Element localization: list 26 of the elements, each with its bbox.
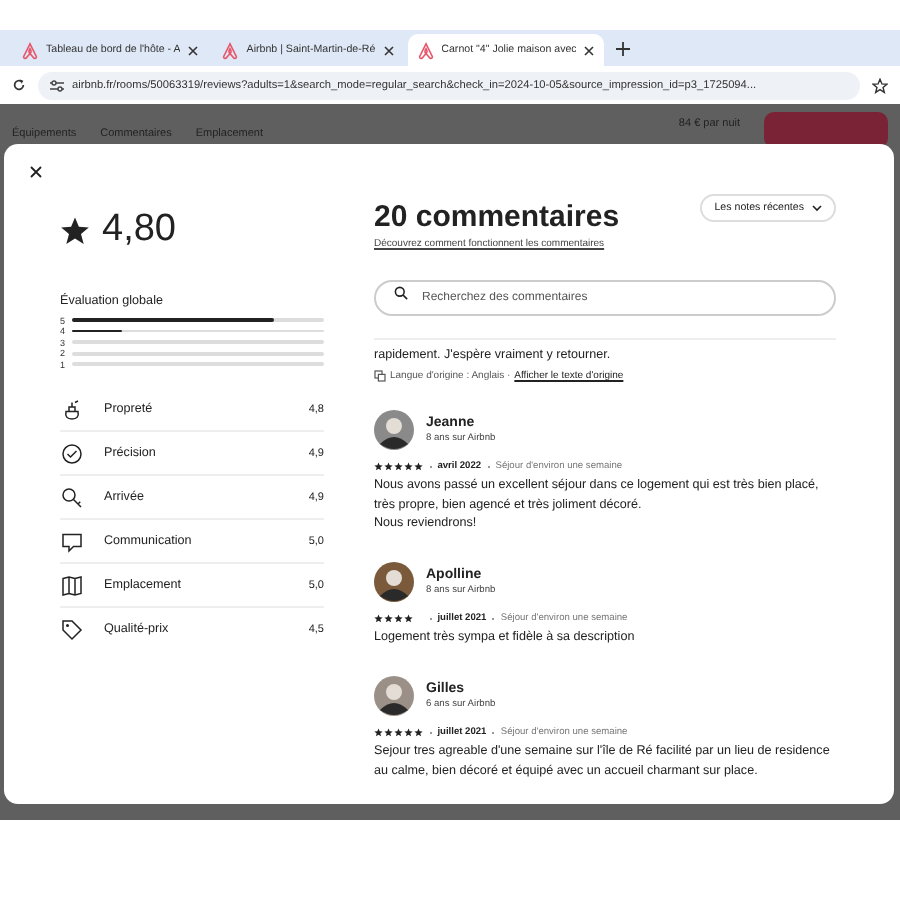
reload-icon[interactable] bbox=[12, 78, 26, 92]
bookmark-star-icon[interactable] bbox=[872, 77, 888, 93]
avatar bbox=[374, 409, 414, 450]
speech-bubble-icon bbox=[60, 529, 84, 554]
star-icon bbox=[60, 215, 90, 245]
search-icon bbox=[394, 285, 408, 299]
airbnb-logo-icon bbox=[222, 41, 239, 59]
close-icon[interactable] bbox=[188, 45, 199, 55]
translate-icon bbox=[374, 369, 386, 382]
avatar bbox=[374, 562, 414, 602]
price-tag-icon bbox=[60, 617, 84, 642]
airbnb-logo-icon bbox=[22, 41, 38, 59]
spray-bottle-icon bbox=[60, 397, 84, 422]
check-circle-icon bbox=[60, 441, 84, 466]
chevron-icon bbox=[812, 204, 822, 212]
close-icon[interactable] bbox=[584, 45, 595, 55]
airbnb-logo-icon bbox=[417, 41, 434, 59]
overall-rating: 4,80 bbox=[102, 208, 176, 252]
avatar bbox=[374, 675, 414, 716]
reviews-title: 20 commentaires bbox=[374, 200, 620, 234]
map-icon bbox=[60, 573, 84, 598]
new-tab-icon[interactable] bbox=[616, 41, 631, 55]
close-icon[interactable] bbox=[383, 45, 394, 55]
key-icon bbox=[60, 485, 84, 510]
site-settings-icon[interactable] bbox=[50, 79, 64, 91]
close-icon[interactable] bbox=[28, 164, 44, 180]
